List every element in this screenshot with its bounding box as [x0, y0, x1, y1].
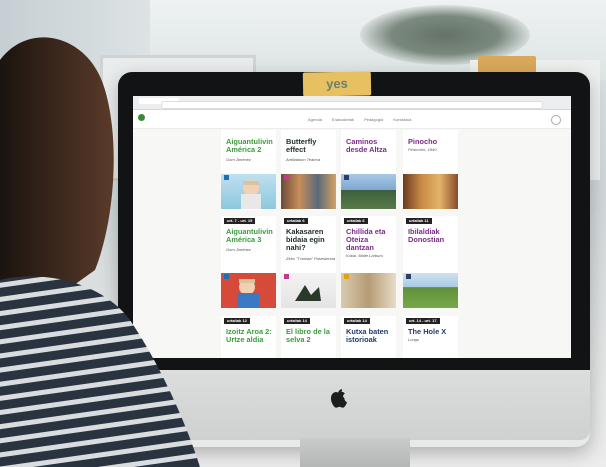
- sticky-note-yes: yes: [302, 71, 372, 97]
- card-tag: [284, 175, 289, 180]
- card-tag: [284, 274, 289, 279]
- illustration-bird-icon: [295, 285, 321, 301]
- event-card[interactable]: urt. 14 - urt. 17 The Hole X Longo: [403, 316, 458, 358]
- card-title: Chillida eta Oteiza dantzan: [346, 227, 386, 252]
- event-card[interactable]: Caminos desde Altza: [341, 130, 396, 210]
- search-icon[interactable]: [551, 115, 561, 125]
- card-tag: [406, 274, 411, 279]
- event-card[interactable]: urtailak 6 Chillida eta Oteiza dantzan K…: [341, 216, 396, 308]
- card-title: Kakasaren bidaia egin nahi?: [286, 227, 325, 252]
- card-title: Caminos desde Altza: [346, 137, 387, 154]
- card-date: urtailak 11: [406, 218, 432, 224]
- event-card[interactable]: urtailak 14 Kutxa baten istorioak: [341, 316, 396, 358]
- apple-logo-icon: [330, 389, 348, 408]
- address-bar[interactable]: [161, 101, 543, 109]
- card-subtitle: Kukai, Maite Larburu: [346, 253, 383, 258]
- card-date: urtailak 6: [344, 218, 368, 224]
- card-image: [281, 174, 336, 209]
- event-card[interactable]: Pinocho Pinocchio, 1940: [403, 130, 458, 210]
- nav-agenda[interactable]: Agenda: [308, 117, 322, 122]
- card-date: urtailak 14: [284, 318, 310, 324]
- card-subtitle: Pinocchio, 1940: [408, 147, 437, 152]
- card-image: [221, 174, 276, 209]
- card-date: urt. 14 - urt. 17: [406, 318, 440, 324]
- nav-pedagogia[interactable]: Pedagogia: [364, 117, 383, 122]
- card-image: [221, 273, 276, 308]
- card-image: [341, 273, 396, 308]
- event-card[interactable]: Aiguantulivin América 2 Gorn Jiménez: [221, 130, 276, 210]
- card-title: Aiguantulivin América 2: [226, 137, 273, 154]
- card-date: urtailak 6: [284, 218, 308, 224]
- event-card[interactable]: urtailak 6 Kakasaren bidaia egin nahi? Z…: [281, 216, 336, 308]
- illustration-character-icon: [241, 180, 261, 209]
- site-nav: Agenda Erakusketak Pedagogia Kontaktua: [308, 117, 420, 122]
- card-title: Aiguantulivin América 3: [226, 227, 273, 244]
- card-subtitle: Longo: [408, 337, 420, 342]
- card-title: Kutxa baten istorioak: [346, 327, 389, 344]
- event-card[interactable]: urtailak 12 Izoitz Aroa 2: Urtze aldia: [221, 316, 276, 358]
- card-title: Butterfly effect: [286, 137, 317, 154]
- card-tag: [224, 175, 229, 180]
- card-date: urt. 7 - urt. 15: [224, 218, 256, 224]
- card-title: El libro de la selva 2: [286, 327, 330, 344]
- card-title: Pinocho: [408, 137, 438, 146]
- illustration-character-icon: [237, 279, 259, 308]
- office-photo: yes Agenda Erakusketak Pedagogia Kontakt…: [0, 0, 606, 467]
- card-subtitle: Zirko "Txmista" Pasestoriua: [286, 256, 336, 261]
- imac-stand: [300, 438, 410, 467]
- card-image: [281, 273, 336, 308]
- card-tag: [344, 274, 349, 279]
- card-image: [403, 174, 458, 209]
- event-card[interactable]: Butterfly effect Antiliabium Teatroa: [281, 130, 336, 210]
- event-card[interactable]: urtailak 11 Ibilaldiak Donostian: [403, 216, 458, 308]
- card-title: Ibilaldiak Donostian: [408, 227, 445, 244]
- card-image: [403, 273, 458, 308]
- nav-erakusketak[interactable]: Erakusketak: [332, 117, 354, 122]
- event-card[interactable]: urt. 7 - urt. 15 Aiguantulivin América 3…: [221, 216, 276, 308]
- card-subtitle: Antiliabium Teatroa: [286, 157, 321, 162]
- card-subtitle: Gorn Jiménez: [226, 157, 251, 162]
- person-silhouette: [0, 37, 200, 467]
- card-date: urtailak 14: [344, 318, 370, 324]
- card-title: The Hole X: [408, 327, 447, 336]
- card-tag: [344, 175, 349, 180]
- card-subtitle: Gorn Jiménez: [226, 247, 251, 252]
- card-image: [341, 174, 396, 209]
- card-title: Izoitz Aroa 2: Urtze aldia: [226, 327, 272, 344]
- nav-kontaktua[interactable]: Kontaktua: [393, 117, 411, 122]
- card-date: urtailak 12: [224, 318, 250, 324]
- card-tag: [224, 274, 229, 279]
- event-card[interactable]: urtailak 14 El libro de la selva 2: [281, 316, 336, 358]
